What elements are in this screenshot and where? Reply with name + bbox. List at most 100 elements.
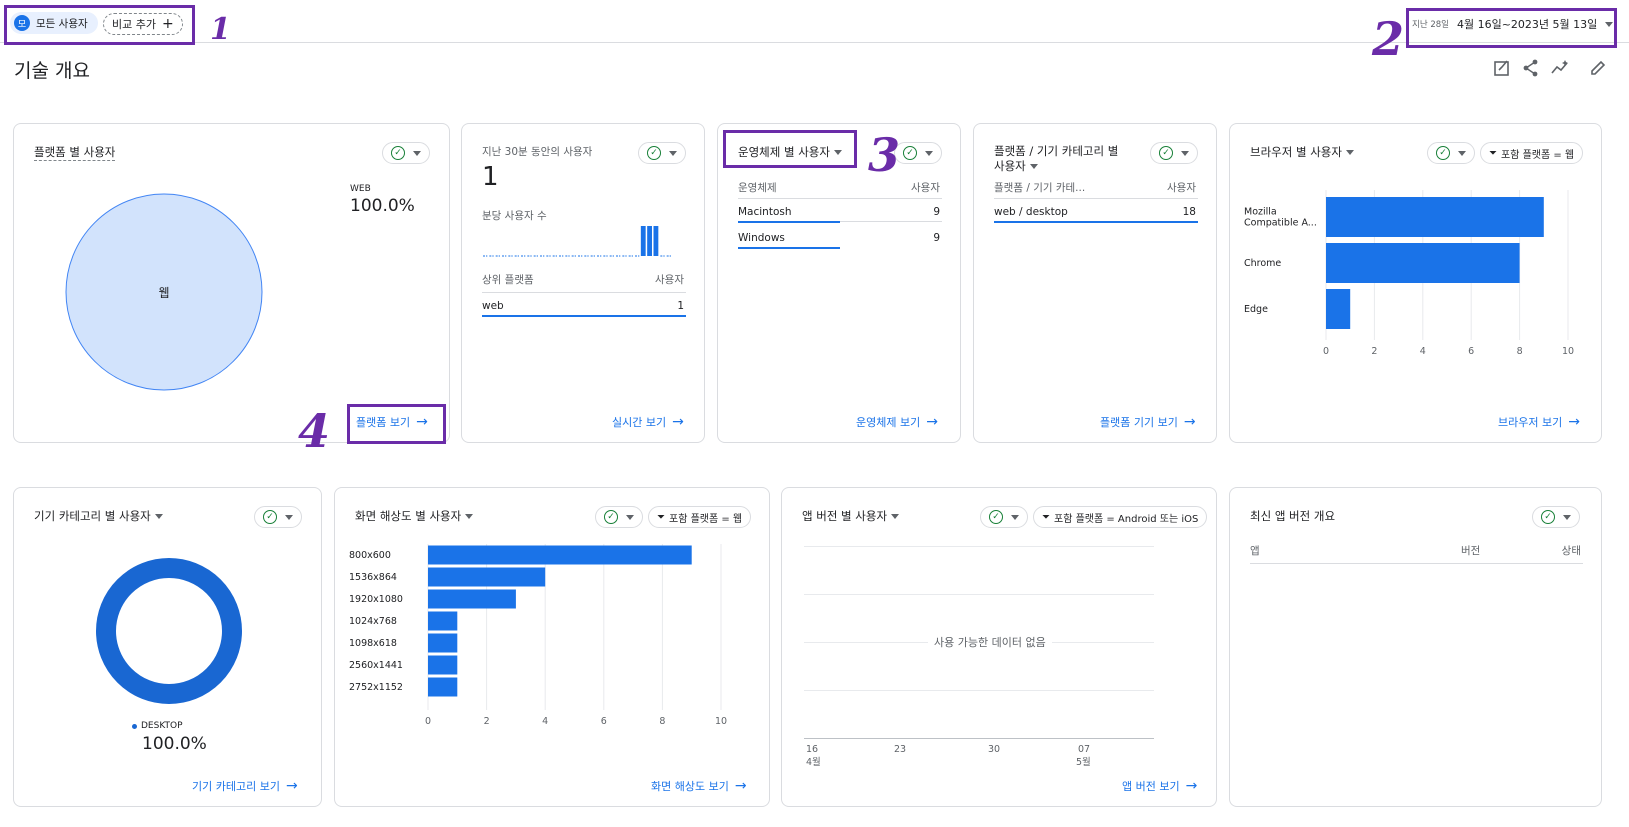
card-title[interactable]: 브라우저 별 사용자 (1250, 144, 1354, 160)
category-label: Chrome (1244, 258, 1281, 269)
arrow-right-icon: → (1185, 778, 1198, 794)
row-share-bar (738, 247, 840, 249)
check-icon: ✓ (989, 510, 1003, 524)
x-tick-label: 8 (1517, 346, 1523, 357)
category-label: 2560x1441 (349, 660, 403, 671)
x-tick-label: 2 (484, 716, 490, 727)
realtime-count: 1 (482, 162, 499, 192)
link-label: 브라우저 보기 (1498, 416, 1563, 429)
minute-bar (653, 226, 659, 256)
bar (428, 611, 458, 631)
os-users-card: 운영체제 별 사용자 ✓ 운영체제 사용자 Macintosh 9 Window… (717, 123, 961, 443)
compare-check-toggle[interactable]: ✓ (1532, 506, 1580, 528)
bar (428, 655, 458, 675)
table-divider (482, 292, 686, 293)
card-title: 지난 30분 동안의 사용자 (482, 146, 593, 158)
card-title-line2[interactable]: 사용자 (994, 158, 1038, 174)
check-icon: ✓ (1159, 146, 1173, 160)
view-browser-link[interactable]: 브라우저 보기 → (1498, 414, 1580, 430)
table-header-device: 플랫폼 / 기기 카테... (994, 182, 1086, 194)
compare-check-toggle[interactable]: ✓ (1150, 142, 1198, 164)
category-label: Edge (1244, 304, 1268, 315)
device-donut-chart (96, 558, 242, 704)
check-icon: ✓ (1436, 146, 1450, 160)
category-label: 1920x1080 (349, 594, 403, 605)
card-title-text: 사용자 (994, 159, 1026, 173)
share-icon[interactable] (1521, 58, 1541, 78)
filter-chip[interactable]: ⏷ 포함 플랫폼 = 웹 (648, 506, 752, 528)
arrow-right-icon: → (926, 414, 938, 430)
table-header-users: 사용자 (1167, 182, 1196, 194)
table-row-value: 9 (933, 232, 940, 244)
category-label: 2752x1152 (349, 682, 403, 693)
pie-label: 웹 (158, 286, 169, 300)
x-month-label: 5월 (1076, 757, 1091, 768)
x-tick-label: 30 (988, 744, 1001, 755)
category-label: 1536x864 (349, 572, 397, 583)
bar (428, 567, 546, 587)
view-realtime-link[interactable]: 실시간 보기 → (612, 414, 684, 430)
chevron-down-icon (1563, 514, 1571, 520)
chevron-down-icon (1181, 150, 1189, 156)
annotation-number-2: 2 (1372, 12, 1405, 66)
category-label: 1098x618 (349, 638, 397, 649)
card-title[interactable]: 화면 해상도 별 사용자 (355, 508, 474, 524)
x-tick-label: 10 (715, 716, 727, 727)
table-header-platform: 상위 플랫폼 (482, 274, 534, 286)
compare-check-toggle[interactable]: ✓ (382, 142, 430, 164)
x-tick-label: 6 (601, 716, 607, 727)
grid-line (804, 690, 1154, 691)
compare-check-toggle[interactable]: ✓ (894, 142, 942, 164)
table-header-app: 앱 (1250, 545, 1260, 557)
filter-icon: ⏷ (657, 511, 665, 523)
filter-chip[interactable]: ⏷ 포함 플랫폼 = Android 또는 iOS (1033, 506, 1208, 528)
view-os-link[interactable]: 운영체제 보기 → (856, 414, 938, 430)
filter-text: 포함 플랫폼 = Android 또는 iOS (1054, 513, 1199, 525)
card-title-text: 화면 해상도 별 사용자 (355, 509, 462, 523)
latest-app-version-card: 최신 앱 버전 개요 ✓ 앱 버전 상태 (1229, 487, 1602, 807)
annotation-number-1: 1 (210, 12, 231, 47)
card-title[interactable]: 기기 카테고리 별 사용자 (34, 508, 163, 524)
table-divider (994, 198, 1198, 199)
compare-check-toggle[interactable]: ✓ (595, 506, 643, 528)
insights-icon[interactable] (1550, 58, 1570, 78)
compare-check-toggle[interactable]: ✓ (980, 506, 1028, 528)
minute-bar (647, 226, 652, 256)
card-title: 플랫폼 별 사용자 (34, 145, 116, 161)
chevron-down-icon (1029, 163, 1038, 169)
compare-check-toggle[interactable]: ✓ (1427, 142, 1475, 164)
chevron-down-icon (891, 513, 900, 519)
annotation-box-4 (347, 404, 446, 444)
card-title[interactable]: 앱 버전 별 사용자 (802, 508, 900, 524)
link-label: 기기 카테고리 보기 (192, 780, 280, 793)
customize-report-icon[interactable] (1492, 58, 1512, 78)
view-resolution-link[interactable]: 화면 해상도 보기 → (651, 778, 747, 794)
filter-chip[interactable]: ⏷ 포함 플랫폼 = 웹 (1480, 142, 1584, 164)
view-device-category-link[interactable]: 기기 카테고리 보기 → (192, 778, 298, 794)
table-header-users: 사용자 (655, 274, 684, 286)
platform-pie-chart: 웹 (65, 193, 263, 391)
category-label: Mozilla (1244, 207, 1277, 218)
table-divider (1250, 563, 1583, 564)
app-version-card: 앱 버전 별 사용자 ✓ ⏷ 포함 플랫폼 = Android 또는 iOS 사용… (781, 487, 1217, 807)
platform-users-card: 플랫폼 별 사용자 ✓ 웹 WEB 100.0% 플랫폼 보기 → (13, 123, 450, 443)
chevron-down-icon (1345, 149, 1354, 155)
chevron-down-icon (626, 514, 634, 520)
bar (428, 545, 692, 565)
link-label: 플랫폼 기기 보기 (1100, 416, 1178, 429)
row-share-bar (994, 221, 1198, 223)
legend-value: 100.0% (350, 196, 415, 216)
legend-label: WEB (350, 184, 371, 194)
compare-check-toggle[interactable]: ✓ (254, 506, 302, 528)
legend-value: 100.0% (142, 734, 207, 754)
view-app-version-link[interactable]: 앱 버전 보기 → (1122, 778, 1197, 794)
edit-icon[interactable] (1588, 58, 1608, 78)
category-label: Compatible A... (1244, 218, 1317, 229)
chevron-down-icon (669, 150, 677, 156)
bar (428, 633, 458, 653)
chevron-down-icon (465, 513, 474, 519)
chevron-down-icon (1458, 150, 1466, 156)
view-platform-device-link[interactable]: 플랫폼 기기 보기 → (1100, 414, 1196, 430)
check-icon: ✓ (604, 510, 618, 524)
compare-check-toggle[interactable]: ✓ (638, 142, 686, 164)
